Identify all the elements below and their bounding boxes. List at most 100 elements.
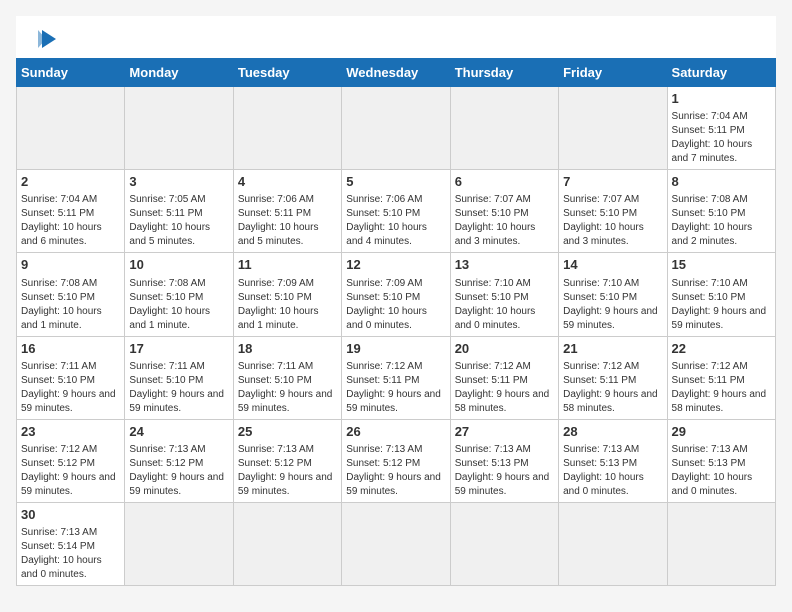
- day-number: 19: [346, 340, 445, 358]
- day-info: Sunrise: 7:12 AMSunset: 5:11 PMDaylight:…: [672, 360, 771, 416]
- calendar-cell: [450, 87, 558, 170]
- day-number: 1: [672, 90, 771, 108]
- day-info: Sunrise: 7:10 AMSunset: 5:10 PMDaylight:…: [455, 277, 554, 333]
- day-info: Sunrise: 7:12 AMSunset: 5:11 PMDaylight:…: [563, 360, 662, 416]
- day-number: 4: [238, 173, 337, 191]
- calendar-cell: 6 Sunrise: 7:07 AMSunset: 5:10 PMDaylight…: [450, 170, 558, 253]
- weekday-header-friday: Friday: [559, 59, 667, 87]
- day-info: Sunrise: 7:07 AMSunset: 5:10 PMDaylight:…: [455, 193, 554, 249]
- day-info: Sunrise: 7:08 AMSunset: 5:10 PMDaylight:…: [672, 193, 771, 249]
- calendar-cell: 30Sunrise: 7:13 AMSunset: 5:14 PMDayligh…: [17, 502, 125, 585]
- day-info: Sunrise: 7:11 AMSunset: 5:10 PMDaylight:…: [129, 360, 228, 416]
- day-info: Sunrise: 7:13 AMSunset: 5:12 PMDaylight:…: [346, 443, 445, 499]
- calendar-cell: 14 Sunrise: 7:10 AMSunset: 5:10 PMDayligh…: [559, 253, 667, 336]
- day-info: Sunrise: 7:09 AMSunset: 5:10 PMDaylight:…: [238, 277, 337, 333]
- day-number: 9: [21, 256, 120, 274]
- day-info: Sunrise: 7:13 AMSunset: 5:13 PMDaylight:…: [455, 443, 554, 499]
- calendar-cell: 10Sunrise: 7:08 AMSunset: 5:10 PMDayligh…: [125, 253, 233, 336]
- day-number: 21: [563, 340, 662, 358]
- day-number: 29: [672, 423, 771, 441]
- calendar-cell: 17 Sunrise: 7:11 AMSunset: 5:10 PMDayligh…: [125, 336, 233, 419]
- day-number: 11: [238, 256, 337, 274]
- day-number: 20: [455, 340, 554, 358]
- day-info: Sunrise: 7:10 AMSunset: 5:10 PMDaylight:…: [672, 277, 771, 333]
- calendar-cell: 8 Sunrise: 7:08 AMSunset: 5:10 PMDaylight…: [667, 170, 775, 253]
- day-info: Sunrise: 7:12 AMSunset: 5:12 PMDaylight:…: [21, 443, 120, 499]
- calendar-cell: 20 Sunrise: 7:12 AMSunset: 5:11 PMDayligh…: [450, 336, 558, 419]
- day-info: Sunrise: 7:12 AMSunset: 5:11 PMDaylight:…: [346, 360, 445, 416]
- calendar-cell: [125, 87, 233, 170]
- calendar-cell: [342, 502, 450, 585]
- day-info: Sunrise: 7:10 AMSunset: 5:10 PMDaylight:…: [563, 277, 662, 333]
- logo-icon: [36, 28, 58, 50]
- calendar-cell: 16 Sunrise: 7:11 AMSunset: 5:10 PMDayligh…: [17, 336, 125, 419]
- calendar-page: SundayMondayTuesdayWednesdayThursdayFrid…: [16, 16, 776, 586]
- weekday-header-thursday: Thursday: [450, 59, 558, 87]
- day-number: 3: [129, 173, 228, 191]
- day-info: Sunrise: 7:13 AMSunset: 5:14 PMDaylight:…: [21, 526, 120, 582]
- calendar-cell: 4 Sunrise: 7:06 AMSunset: 5:11 PMDaylight…: [233, 170, 341, 253]
- day-number: 17: [129, 340, 228, 358]
- day-info: Sunrise: 7:06 AMSunset: 5:11 PMDaylight:…: [238, 193, 337, 249]
- day-number: 5: [346, 173, 445, 191]
- day-number: 25: [238, 423, 337, 441]
- calendar-cell: 25 Sunrise: 7:13 AMSunset: 5:12 PMDayligh…: [233, 419, 341, 502]
- week-row-4: 16 Sunrise: 7:11 AMSunset: 5:10 PMDayligh…: [17, 336, 776, 419]
- day-number: 6: [455, 173, 554, 191]
- week-row-2: 2 Sunrise: 7:04 AMSunset: 5:11 PMDaylight…: [17, 170, 776, 253]
- calendar-cell: 28Sunrise: 7:13 AMSunset: 5:13 PMDayligh…: [559, 419, 667, 502]
- day-number: 13: [455, 256, 554, 274]
- day-number: 18: [238, 340, 337, 358]
- week-row-3: 9 Sunrise: 7:08 AMSunset: 5:10 PMDaylight…: [17, 253, 776, 336]
- day-number: 12: [346, 256, 445, 274]
- logo: [32, 28, 58, 50]
- day-number: 23: [21, 423, 120, 441]
- calendar-cell: 23 Sunrise: 7:12 AMSunset: 5:12 PMDayligh…: [17, 419, 125, 502]
- calendar-cell: 11 Sunrise: 7:09 AMSunset: 5:10 PMDayligh…: [233, 253, 341, 336]
- week-row-1: 1Sunrise: 7:04 AMSunset: 5:11 PMDaylight…: [17, 87, 776, 170]
- day-info: Sunrise: 7:11 AMSunset: 5:10 PMDaylight:…: [238, 360, 337, 416]
- day-number: 16: [21, 340, 120, 358]
- day-info: Sunrise: 7:08 AMSunset: 5:10 PMDaylight:…: [129, 277, 228, 333]
- day-info: Sunrise: 7:06 AMSunset: 5:10 PMDaylight:…: [346, 193, 445, 249]
- day-number: 14: [563, 256, 662, 274]
- calendar-cell: [125, 502, 233, 585]
- day-info: Sunrise: 7:09 AMSunset: 5:10 PMDaylight:…: [346, 277, 445, 333]
- calendar-cell: 18 Sunrise: 7:11 AMSunset: 5:10 PMDayligh…: [233, 336, 341, 419]
- day-info: Sunrise: 7:12 AMSunset: 5:11 PMDaylight:…: [455, 360, 554, 416]
- calendar-cell: 21 Sunrise: 7:12 AMSunset: 5:11 PMDayligh…: [559, 336, 667, 419]
- day-number: 7: [563, 173, 662, 191]
- day-info: Sunrise: 7:07 AMSunset: 5:10 PMDaylight:…: [563, 193, 662, 249]
- calendar-cell: [342, 87, 450, 170]
- calendar-cell: 15 Sunrise: 7:10 AMSunset: 5:10 PMDayligh…: [667, 253, 775, 336]
- calendar-cell: [559, 87, 667, 170]
- day-number: 2: [21, 173, 120, 191]
- calendar-cell: 3 Sunrise: 7:05 AMSunset: 5:11 PMDaylight…: [125, 170, 233, 253]
- day-number: 15: [672, 256, 771, 274]
- calendar-cell: 5 Sunrise: 7:06 AMSunset: 5:10 PMDaylight…: [342, 170, 450, 253]
- day-info: Sunrise: 7:13 AMSunset: 5:12 PMDaylight:…: [129, 443, 228, 499]
- day-number: 26: [346, 423, 445, 441]
- day-info: Sunrise: 7:11 AMSunset: 5:10 PMDaylight:…: [21, 360, 120, 416]
- day-number: 22: [672, 340, 771, 358]
- header: [16, 16, 776, 58]
- weekday-header-tuesday: Tuesday: [233, 59, 341, 87]
- day-number: 8: [672, 173, 771, 191]
- day-info: Sunrise: 7:04 AMSunset: 5:11 PMDaylight:…: [21, 193, 120, 249]
- weekday-header-wednesday: Wednesday: [342, 59, 450, 87]
- day-info: Sunrise: 7:08 AMSunset: 5:10 PMDaylight:…: [21, 277, 120, 333]
- calendar-cell: 29Sunrise: 7:13 AMSunset: 5:13 PMDayligh…: [667, 419, 775, 502]
- calendar-cell: 1Sunrise: 7:04 AMSunset: 5:11 PMDaylight…: [667, 87, 775, 170]
- week-row-5: 23 Sunrise: 7:12 AMSunset: 5:12 PMDayligh…: [17, 419, 776, 502]
- calendar-cell: 26 Sunrise: 7:13 AMSunset: 5:12 PMDayligh…: [342, 419, 450, 502]
- weekday-header-monday: Monday: [125, 59, 233, 87]
- calendar-cell: [233, 502, 341, 585]
- day-number: 27: [455, 423, 554, 441]
- day-info: Sunrise: 7:05 AMSunset: 5:11 PMDaylight:…: [129, 193, 228, 249]
- day-info: Sunrise: 7:13 AMSunset: 5:12 PMDaylight:…: [238, 443, 337, 499]
- weekday-header-sunday: Sunday: [17, 59, 125, 87]
- calendar-cell: [667, 502, 775, 585]
- calendar-cell: 13 Sunrise: 7:10 AMSunset: 5:10 PMDayligh…: [450, 253, 558, 336]
- calendar-cell: 9 Sunrise: 7:08 AMSunset: 5:10 PMDaylight…: [17, 253, 125, 336]
- calendar-cell: [233, 87, 341, 170]
